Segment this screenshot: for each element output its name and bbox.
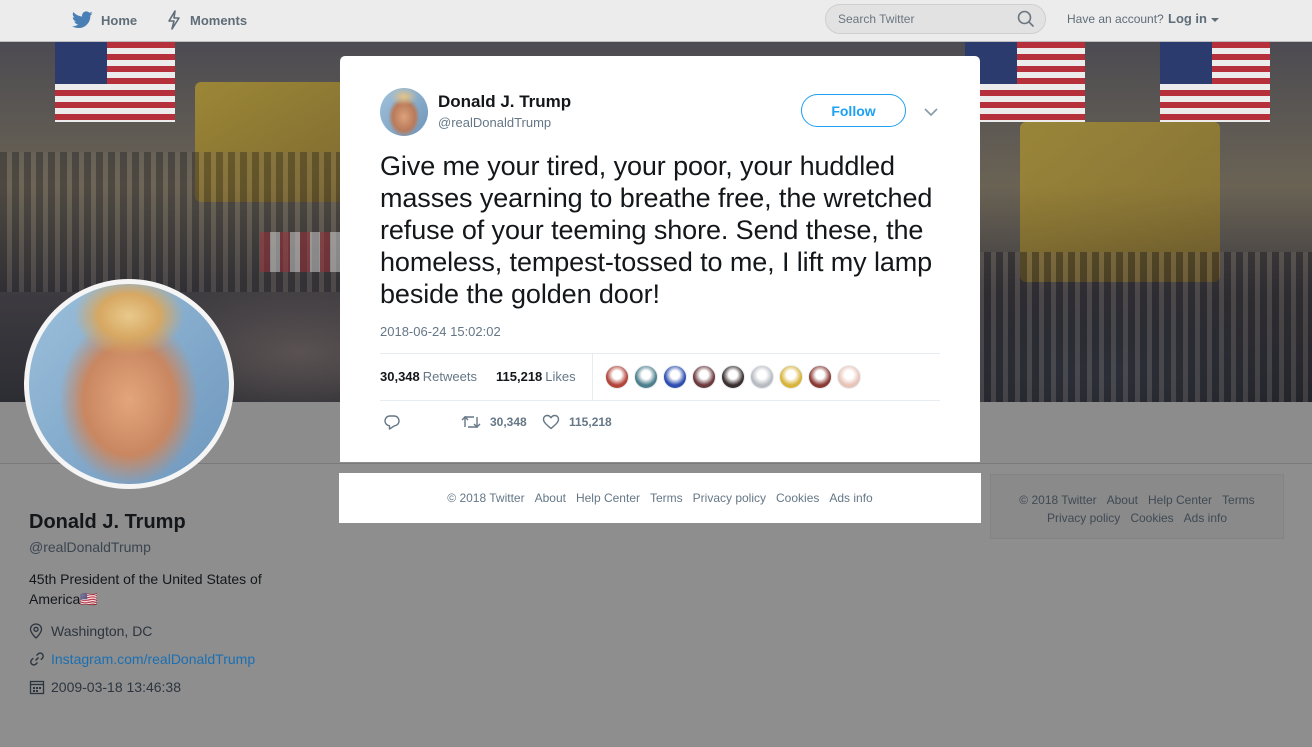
tweet-timestamp[interactable]: 2018-06-24 15:02:02 (380, 324, 501, 339)
twitter-bird-icon (72, 11, 93, 29)
side-footer-copyright: © 2018 Twitter (1019, 493, 1097, 507)
search-input[interactable] (825, 4, 1046, 34)
liker-avatar[interactable] (779, 365, 803, 389)
flag-decoration (965, 42, 1085, 122)
profile-location: Washington, DC (29, 623, 152, 639)
liker-avatar[interactable] (721, 365, 745, 389)
liker-avatar[interactable] (750, 365, 774, 389)
modal-footer-help-center[interactable]: Help Center (576, 491, 640, 505)
bunting-decoration (260, 232, 350, 272)
side-footer-line1: © 2018 Twitter About Help Center Terms (991, 491, 1283, 509)
heart-icon (542, 414, 560, 430)
link-icon (29, 651, 51, 667)
nav-moments[interactable]: Moments (166, 0, 247, 40)
liker-avatar[interactable] (692, 365, 716, 389)
caret-down-icon (1210, 18, 1219, 22)
flag-decoration (1160, 42, 1270, 122)
modal-footer-about[interactable]: About (535, 491, 566, 505)
stats-divider (592, 354, 593, 400)
profile-name: Donald J. Trump (29, 511, 186, 533)
top-nav: Home Moments Have an account? Log in (0, 0, 1312, 42)
flag-decoration (55, 42, 175, 122)
profile-avatar[interactable] (24, 279, 234, 489)
tweet-actions: 30,348 115,218 (380, 412, 780, 436)
nav-moments-label: Moments (190, 12, 248, 28)
calendar-icon (29, 679, 51, 695)
likes-stat[interactable]: 115,218 Likes (496, 369, 576, 384)
modal-footer-ads-info[interactable]: Ads info (829, 491, 872, 505)
lightning-icon (166, 10, 182, 30)
login-button[interactable]: Log in (1168, 11, 1219, 26)
modal-footer-terms[interactable]: Terms (650, 491, 683, 505)
like-action-count: 115,218 (569, 415, 612, 429)
side-footer-privacy[interactable]: Privacy policy (1047, 511, 1120, 525)
liker-avatar[interactable] (605, 365, 629, 389)
side-footer-about[interactable]: About (1107, 493, 1138, 507)
nav-home-label: Home (101, 12, 138, 28)
login-label: Log in (1168, 11, 1207, 26)
modal-footer-copyright: © 2018 Twitter (447, 491, 525, 505)
side-footer-line2: Privacy policy Cookies Ads info (991, 509, 1283, 527)
tweet-author-name[interactable]: Donald J. Trump (438, 92, 571, 112)
retweet-action-count: 30,348 (490, 415, 527, 429)
search-icon[interactable] (1017, 10, 1035, 33)
crowd-decoration (960, 252, 1312, 402)
joined-date: 2009-03-18 13:46:38 (51, 679, 181, 695)
likers-avatars (605, 365, 866, 389)
like-button[interactable]: 115,218 (542, 414, 612, 430)
side-footer-cookies[interactable]: Cookies (1130, 511, 1173, 525)
liker-avatar[interactable] (634, 365, 658, 389)
profile-handle: @realDonaldTrump (29, 539, 151, 555)
tweet-avatar[interactable] (380, 88, 428, 136)
location-text: Washington, DC (51, 623, 153, 639)
avatar-image (29, 284, 229, 484)
profile-url: Instagram.com/realDonaldTrump (29, 651, 255, 667)
tweet-author-handle[interactable]: @realDonaldTrump (438, 115, 551, 130)
retweet-button[interactable]: 30,348 (461, 414, 527, 430)
reply-button[interactable] (383, 414, 410, 431)
side-footer: © 2018 Twitter About Help Center Terms Priv… (990, 474, 1284, 539)
location-pin-icon (29, 623, 51, 639)
modal-footer: © 2018 Twitter About Help Center Terms Priva… (339, 473, 981, 523)
retweets-label: Retweets (422, 369, 477, 384)
modal-footer-privacy[interactable]: Privacy policy (693, 491, 766, 505)
retweets-count: 30,348 (380, 369, 420, 384)
likes-label: Likes (545, 369, 576, 384)
have-account-text: Have an account? (1067, 12, 1164, 26)
side-footer-terms[interactable]: Terms (1222, 493, 1255, 507)
profile-joined: 2009-03-18 13:46:38 (29, 679, 181, 695)
side-footer-ads[interactable]: Ads info (1184, 511, 1227, 525)
likes-count: 115,218 (496, 369, 543, 384)
follow-button[interactable]: Follow (801, 94, 906, 127)
retweets-stat[interactable]: 30,348 Retweets (380, 369, 477, 384)
liker-avatar[interactable] (808, 365, 832, 389)
liker-avatar[interactable] (663, 365, 687, 389)
modal-footer-cookies[interactable]: Cookies (776, 491, 819, 505)
reply-icon (383, 414, 401, 431)
chevron-down-icon[interactable] (924, 104, 938, 122)
tweet-modal: Donald J. Trump @realDonaldTrump Follow … (340, 56, 980, 462)
profile-url-link[interactable]: Instagram.com/realDonaldTrump (51, 651, 255, 667)
side-footer-help[interactable]: Help Center (1148, 493, 1212, 507)
tweet-text: Give me your tired, your poor, your hudd… (380, 151, 933, 309)
nav-home[interactable]: Home (72, 0, 137, 40)
liker-avatar[interactable] (837, 365, 861, 389)
tweet-stats: 30,348 Retweets 115,218 Likes (380, 353, 940, 401)
profile-bio: 45th President of the United States of A… (29, 571, 262, 607)
retweet-icon (461, 414, 481, 430)
